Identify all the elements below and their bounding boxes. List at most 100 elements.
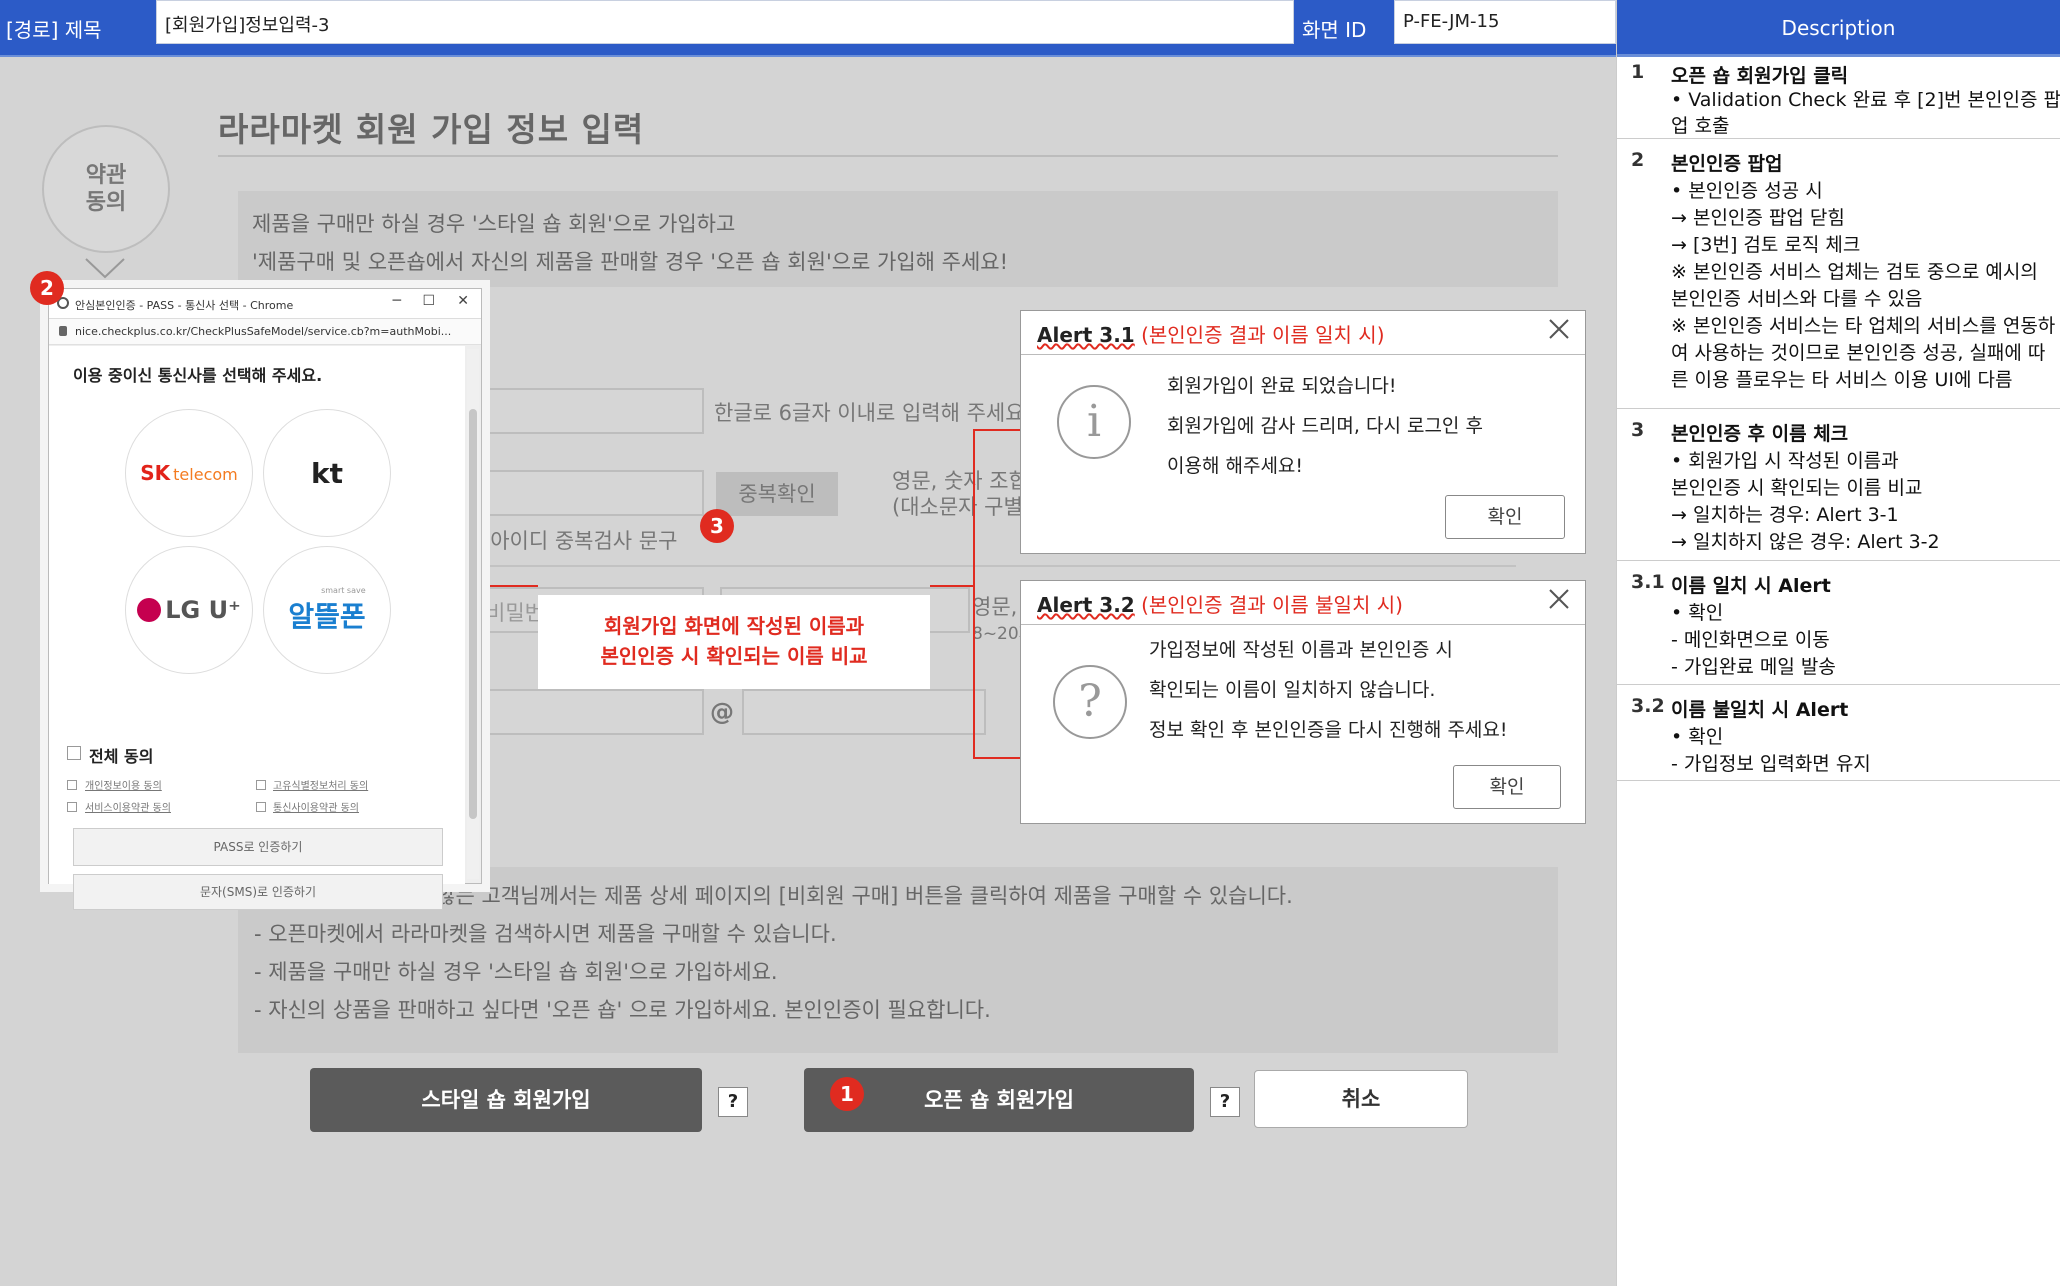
row-title: 이름 일치 시 Alert bbox=[1671, 575, 1831, 597]
alert-3-1: Alert 3.1 (본인인증 결과 이름 일치 시) i 회원가입이 완료 되… bbox=[1020, 310, 1586, 554]
agree-checkbox[interactable] bbox=[67, 802, 77, 812]
close-icon[interactable]: ✕ bbox=[457, 293, 469, 309]
email-id-input[interactable] bbox=[470, 689, 704, 735]
carrier-prompt: 이용 중이신 통신사를 선택해 주세요. bbox=[73, 366, 323, 385]
popup-urlbar: nice.checkplus.co.kr/CheckPlusSafeModel/… bbox=[49, 319, 481, 345]
connector-line bbox=[973, 429, 1021, 431]
style-shop-help-button[interactable]: ? bbox=[718, 1087, 748, 1117]
agree-checkbox[interactable] bbox=[256, 802, 266, 812]
popup-content: 이용 중이신 통신사를 선택해 주세요. SK telecom kt LG U⁺ … bbox=[49, 346, 465, 910]
step-label: 약관 동의 bbox=[85, 162, 127, 216]
connector-line bbox=[484, 585, 538, 587]
notice-top-line: '제품구매 및 오픈숍에서 자신의 제품을 판매할 경우 '오픈 숍 회원'으로… bbox=[252, 250, 1009, 274]
minimize-icon[interactable]: ─ bbox=[393, 293, 401, 309]
lgu-text: LG U⁺ bbox=[165, 596, 241, 624]
notice-bottom-line: - 자신의 상품을 판매하고 싶다면 '오픈 숍' 으로 가입하세요. 본인인증… bbox=[254, 998, 991, 1022]
alert-message-line: 확인되는 이름이 일치하지 않습니다. bbox=[1149, 679, 1436, 701]
row-line: 업 호출 bbox=[1671, 115, 1730, 137]
description-row-2: 2 본인인증 팝업 • 본인인증 성공 시 → 본인인증 팝업 닫힘 → [3번… bbox=[1617, 139, 2060, 409]
skt-telecom: telecom bbox=[173, 465, 238, 484]
pw-hint-line1: 영문, bbox=[972, 595, 1018, 619]
id-input[interactable] bbox=[470, 470, 704, 516]
info-icon: i bbox=[1057, 385, 1131, 459]
annotation-callout-3: 회원가입 화면에 작성된 이름과 본인인증 시 확인되는 이름 비교 bbox=[538, 595, 930, 689]
popup-url: nice.checkplus.co.kr/CheckPlusSafeModel/… bbox=[75, 325, 452, 338]
close-icon[interactable] bbox=[1547, 317, 1571, 341]
row-line: - 메인화면으로 이동 bbox=[1671, 629, 1830, 651]
alert-condition: (본인인증 결과 이름 불일치 시) bbox=[1141, 593, 1403, 617]
id-check-message: (아이디 중복검사 문구 bbox=[482, 529, 678, 553]
carrier-mvno[interactable]: smart save 알뜰폰 bbox=[263, 546, 391, 674]
mvno-small-text: smart save bbox=[321, 585, 366, 595]
row-number: 3 bbox=[1631, 419, 1645, 441]
row-line: • 회원가입 시 작성된 이름과 bbox=[1671, 450, 1899, 472]
row-line: → 일치하는 경우: Alert 3-1 bbox=[1671, 504, 1899, 526]
alert-header: Alert 3.2 (본인인증 결과 이름 불일치 시) bbox=[1021, 581, 1585, 625]
lgu-logo: LG U⁺ bbox=[137, 596, 241, 624]
email-domain-input[interactable] bbox=[742, 689, 986, 735]
alert-confirm-button[interactable]: 확인 bbox=[1445, 495, 1565, 539]
cancel-button[interactable]: 취소 bbox=[1254, 1070, 1468, 1128]
connector-line bbox=[930, 585, 974, 587]
row-line: → 일치하지 않은 경우: Alert 3-2 bbox=[1671, 531, 1940, 553]
carrier-lgu[interactable]: LG U⁺ bbox=[125, 546, 253, 674]
row-number: 2 bbox=[1631, 149, 1645, 171]
agree-item-link[interactable]: 개인정보이용 동의 bbox=[85, 777, 162, 792]
notice-top: 제품을 구매만 하실 경우 '스타일 숍 회원'으로 가입하고 '제품구매 및 … bbox=[238, 191, 1558, 287]
pass-auth-popup: 안심본인인증 - PASS - 통신사 선택 - Chrome ─ ☐ ✕ ni… bbox=[48, 288, 482, 910]
row-title: 본인인증 후 이름 체크 bbox=[1671, 423, 1849, 445]
password-placeholder: 비밀번 bbox=[486, 601, 544, 625]
path-label: [경로] 제목 bbox=[6, 18, 102, 42]
agree-all-label: 전체 동의 bbox=[89, 747, 154, 766]
open-shop-help-button[interactable]: ? bbox=[1210, 1087, 1240, 1117]
alert-message-line: 정보 확인 후 본인인증을 다시 진행해 주세요! bbox=[1149, 719, 1508, 741]
kt-logo: kt bbox=[310, 456, 343, 490]
sms-auth-button[interactable]: 문자(SMS)로 인증하기 bbox=[73, 874, 443, 910]
description-row-3-2: 3.2 이름 불일치 시 Alert • 확인 - 가입정보 입력화면 유지 bbox=[1617, 685, 2060, 781]
agree-item-link[interactable]: 서비스이용약관 동의 bbox=[85, 799, 171, 814]
agree-checkbox[interactable] bbox=[256, 780, 266, 790]
alert-confirm-button[interactable]: 확인 bbox=[1453, 765, 1561, 809]
popup-titlebar: 안심본인인증 - PASS - 통신사 선택 - Chrome ─ ☐ ✕ bbox=[49, 289, 481, 319]
row-line: • 본인인증 성공 시 bbox=[1671, 180, 1823, 202]
screen-title-field: [회원가입]정보입력-3 bbox=[156, 0, 1294, 44]
close-icon[interactable] bbox=[1547, 587, 1571, 611]
row-line: • 확인 bbox=[1671, 726, 1724, 748]
agree-checkbox[interactable] bbox=[67, 780, 77, 790]
notice-top-line: 제품을 구매만 하실 경우 '스타일 숍 회원'으로 가입하고 bbox=[252, 212, 736, 236]
alert-message-line: 회원가입이 완료 되었습니다! bbox=[1167, 375, 1397, 397]
dup-check-button[interactable]: 중복확인 bbox=[716, 472, 838, 516]
alert-title: Alert 3.2 bbox=[1037, 593, 1135, 617]
row-line: 여 사용하는 것이므로 본인인증 성공, 실패에 따 bbox=[1671, 342, 2046, 364]
pass-auth-button[interactable]: PASS로 인증하기 bbox=[73, 828, 443, 866]
row-title: 오픈 숍 회원가입 클릭 bbox=[1671, 65, 1849, 87]
row-line: 른 이용 플로우는 타 서비스 이용 UI에 다름 bbox=[1671, 369, 2013, 391]
carrier-kt[interactable]: kt bbox=[263, 409, 391, 537]
alert-message-line: 회원가입에 감사 드리며, 다시 로그인 후 bbox=[1167, 415, 1483, 437]
row-line: - 가입정보 입력화면 유지 bbox=[1671, 753, 1871, 775]
carrier-skt[interactable]: SK telecom bbox=[125, 409, 253, 537]
mvno-text: 알뜰폰 bbox=[288, 599, 366, 633]
screen-id-field: P-FE-JM-15 bbox=[1394, 0, 1616, 44]
connector-line bbox=[973, 757, 1021, 759]
row-number: 1 bbox=[1631, 61, 1645, 83]
maximize-icon[interactable]: ☐ bbox=[422, 293, 435, 309]
row-title: 본인인증 팝업 bbox=[1671, 153, 1783, 175]
connector-line bbox=[973, 429, 975, 759]
agree-item-link[interactable]: 고유식별정보처리 동의 bbox=[273, 777, 368, 792]
id-hint-line2: (대소문자 구별 bbox=[892, 495, 1023, 519]
description-panel: Description 1 오픈 숍 회원가입 클릭 • Validation … bbox=[1616, 0, 2060, 1286]
title-divider bbox=[218, 155, 1558, 157]
row-number: 3.2 bbox=[1631, 695, 1665, 717]
screen-id-label: 화면 ID bbox=[1302, 18, 1367, 42]
agree-all-checkbox[interactable] bbox=[67, 746, 81, 760]
style-shop-signup-button[interactable]: 스타일 숍 회원가입 bbox=[310, 1068, 702, 1132]
popup-scroll-thumb[interactable] bbox=[469, 409, 477, 819]
alert-title: Alert 3.1 bbox=[1037, 323, 1135, 347]
agree-item-link[interactable]: 통신사이용약관 동의 bbox=[273, 799, 359, 814]
signup-mockup: 라라마켓 회원 가입 정보 입력 약관 동의 제품을 구매만 하실 경우 '스타… bbox=[0, 57, 1616, 1286]
annotation-badge-2: 2 bbox=[30, 271, 64, 305]
skt-sk: SK bbox=[140, 461, 171, 485]
name-input[interactable] bbox=[470, 388, 704, 434]
alert-message-line: 이용해 해주세요! bbox=[1167, 455, 1304, 477]
